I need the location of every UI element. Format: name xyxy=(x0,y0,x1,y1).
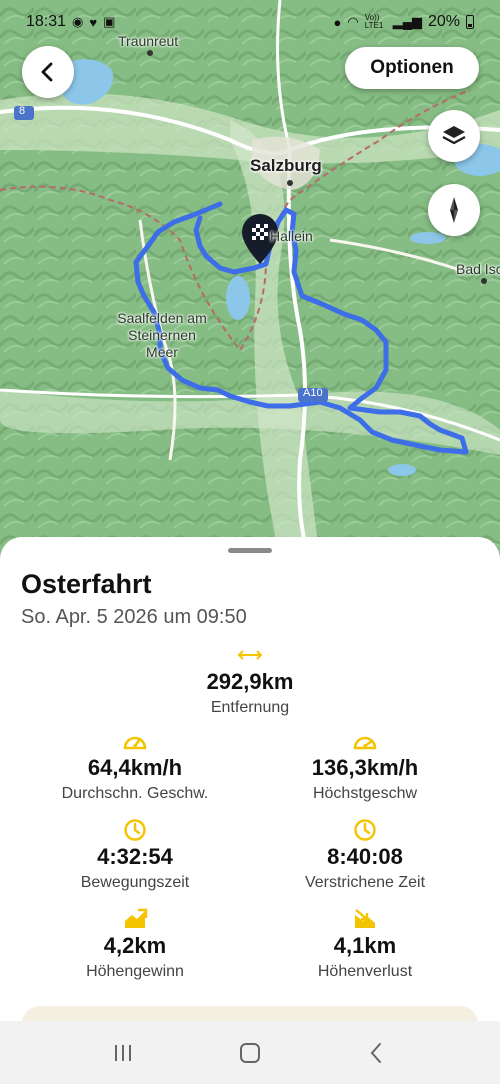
signal-icon: ▂▄▆ xyxy=(392,14,422,29)
stat-average-speed: 64,4km/h Durchschn. Geschw. xyxy=(10,729,260,803)
elevation-gain-label: Höhengewinn xyxy=(86,963,184,980)
map-label-bad-ischl: Bad Isc xyxy=(456,261,500,277)
stat-distance: 292,9km Entfernung xyxy=(125,643,375,717)
elapsed-time-value: 8:40:08 xyxy=(327,844,403,869)
average-speed-label: Durchschn. Geschw. xyxy=(61,785,209,802)
layers-button[interactable] xyxy=(428,110,480,162)
stat-moving-time: 4:32:54 Bewegungszeit xyxy=(10,818,260,892)
max-speed-value: 136,3km/h xyxy=(311,755,419,780)
chevron-left-icon xyxy=(41,62,53,82)
distance-icon xyxy=(237,650,263,660)
status-time: 18:31 xyxy=(26,13,67,30)
speedometer-icon xyxy=(353,736,377,750)
recents-button[interactable] xyxy=(93,1028,153,1078)
map-label-saalfelden: Saalfelden am Steinernen Meer xyxy=(117,310,207,360)
stat-elapsed-time: 8:40:08 Verstrichene Zeit xyxy=(240,818,490,892)
system-back-button[interactable] xyxy=(347,1028,407,1078)
map-label-salzburg: Salzburg xyxy=(250,156,322,175)
moving-time-value: 4:32:54 xyxy=(97,844,173,869)
location-icon: ● xyxy=(333,14,342,30)
elevation-up-icon xyxy=(125,908,148,928)
whatsapp-icon: ◉ xyxy=(72,14,84,29)
system-nav-bar xyxy=(0,1021,500,1084)
max-speed-label: Höchstgeschw xyxy=(312,785,418,802)
elevation-loss-value: 4,1km xyxy=(333,933,397,958)
layers-icon xyxy=(442,126,466,145)
battery-icon xyxy=(466,15,474,29)
elevation-gain-value: 4,2km xyxy=(103,933,167,958)
elevation-down-icon xyxy=(355,909,375,928)
status-bar: 18:31 ◉ ♥ ▣ ● ◠ Vo)) LTE1 ▂▄▆ 20% xyxy=(0,0,500,44)
map-label-hallein: Hallein xyxy=(270,228,313,244)
network-label: Vo)) LTE1 xyxy=(364,13,384,30)
clock-icon xyxy=(354,819,376,841)
recents-icon xyxy=(115,1044,132,1061)
average-speed-value: 64,4km/h xyxy=(87,755,183,780)
ride-title: Osterfahrt xyxy=(21,569,152,599)
back-icon xyxy=(370,1042,381,1063)
home-icon xyxy=(239,1042,260,1063)
back-button[interactable] xyxy=(22,46,74,98)
stat-max-speed: 136,3km/h Höchstgeschw xyxy=(240,729,490,803)
ride-date: So. Apr. 5 2026 um 09:50 xyxy=(21,606,247,628)
compass-icon xyxy=(450,197,458,223)
elapsed-time-label: Verstrichene Zeit xyxy=(304,874,426,891)
compass-button[interactable] xyxy=(428,184,480,236)
wifi-icon: ◠ xyxy=(347,14,359,29)
drag-handle[interactable] xyxy=(228,548,272,553)
stat-elevation-gain: 4,2km Höhengewinn xyxy=(10,907,260,981)
distance-label: Entfernung xyxy=(210,699,290,716)
elevation-loss-label: Höhenverlust xyxy=(317,963,413,980)
moving-time-label: Bewegungszeit xyxy=(80,874,190,891)
distance-value: 292,9km xyxy=(206,669,294,694)
options-button[interactable]: Optionen xyxy=(345,47,479,89)
notification-icon: ♥ xyxy=(89,14,98,30)
speedometer-icon xyxy=(123,736,147,750)
clock-icon xyxy=(124,819,146,841)
road-shield-a10: A10 xyxy=(303,387,323,399)
ride-summary-sheet[interactable]: Osterfahrt So. Apr. 5 2026 um 09:50 292,… xyxy=(0,537,500,1046)
road-shield-8: 8 xyxy=(19,105,26,117)
home-button[interactable] xyxy=(220,1028,280,1078)
battery-percent: 20% xyxy=(427,13,460,30)
stat-elevation-loss: 4,1km Höhenverlust xyxy=(240,907,490,981)
gallery-icon: ▣ xyxy=(103,14,116,29)
